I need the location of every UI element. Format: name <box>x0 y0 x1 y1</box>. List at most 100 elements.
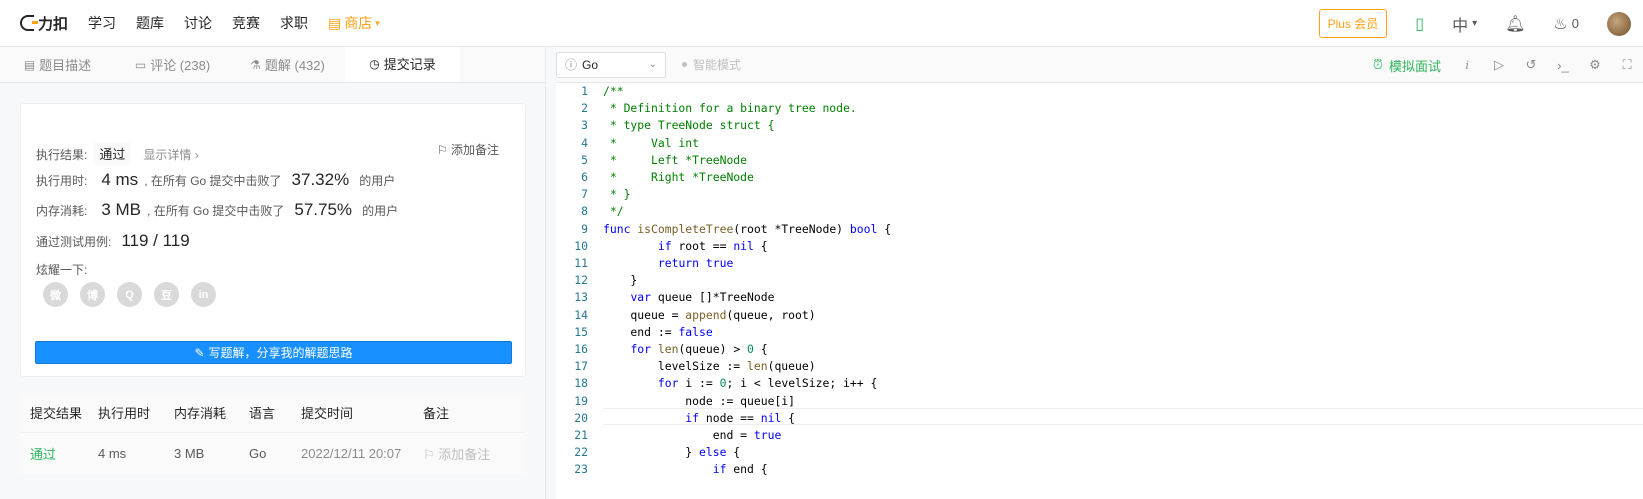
line-number: 7 <box>581 187 588 202</box>
nav-store[interactable]: ▤ 商店 ▾ <box>328 13 380 33</box>
code-line[interactable]: 18 for i := 0; i < levelSize; i++ { <box>556 375 877 392</box>
code-text: if end { <box>712 462 768 477</box>
nav-problems[interactable]: 题库 <box>136 13 164 33</box>
row-memory: 3 MB <box>174 446 205 461</box>
leetcode-logo[interactable]: 力扣 <box>20 13 68 34</box>
code-text: queue = append(queue, root) <box>603 307 816 322</box>
tab-submissions[interactable]: ◷ 提交记录 <box>345 47 460 82</box>
code-line[interactable]: 9 func isCompleteTree(root *TreeNode) boo… <box>556 221 891 238</box>
code-line[interactable]: 21 end = true <box>556 427 781 444</box>
pane-splitter[interactable] <box>545 47 556 499</box>
line-number: 14 <box>574 307 588 322</box>
qq-icon[interactable]: Q <box>117 282 142 307</box>
weibo-icon[interactable]: 博 <box>80 282 105 307</box>
code-line[interactable]: 12 } <box>556 272 637 289</box>
line-number: 17 <box>574 359 588 374</box>
runtime-desc: , 在所有 Go 提交中击败了 <box>144 174 282 188</box>
language-switch[interactable]: 中 ▾ <box>1452 12 1477 36</box>
code-line[interactable]: 6 * Right *TreeNode <box>556 169 754 186</box>
line-number: 9 <box>581 221 588 236</box>
mobile-icon[interactable]: ▯ <box>1415 14 1424 34</box>
smart-mode-toggle[interactable]: 智能模式 <box>682 56 741 73</box>
bell-icon[interactable]: 🔔︎ <box>1505 14 1525 34</box>
code-line[interactable]: 20 if node == nil { <box>556 410 795 427</box>
code-text: return true <box>657 256 734 270</box>
code-line[interactable]: 4 * Val int <box>556 135 699 152</box>
line-number: 2 <box>581 101 588 116</box>
mock-interview-button[interactable]: ⏰︎ 模拟面试 <box>1373 56 1441 75</box>
add-note-button[interactable]: ⚐ 添加备注 <box>437 141 499 158</box>
code-line[interactable]: 19 node := queue[i] <box>556 393 795 410</box>
code-editor[interactable]: 1 /** 2 * Definition for a binary tree nod… <box>556 83 1643 499</box>
code-text: * Val int <box>603 135 700 150</box>
tab-comments[interactable]: ▭ 评论 (238) <box>115 47 230 82</box>
row-status[interactable]: 通过 <box>20 444 98 463</box>
code-text: if node == nil { <box>685 410 796 425</box>
language-select[interactable]: ⓘ Go ⌄ <box>556 51 666 78</box>
code-line[interactable]: 2 * Definition for a binary tree node. <box>556 100 857 117</box>
reset-icon[interactable]: ↺ <box>1515 57 1547 73</box>
runtime-percent: 37.32% <box>291 170 350 189</box>
code-line[interactable]: 22 } else { <box>556 444 740 461</box>
code-text: if root == nil { <box>657 238 768 253</box>
nav-jobs[interactable]: 求职 <box>280 13 308 33</box>
code-line[interactable]: 13 var queue []*TreeNode <box>556 289 774 306</box>
line-number: 8 <box>581 204 588 219</box>
plus-member-button[interactable]: Plus 会员 <box>1318 9 1388 38</box>
line-number: 1 <box>581 84 588 98</box>
run-icon[interactable]: ▷ <box>1483 57 1515 73</box>
runtime-value: 4 ms <box>101 170 139 189</box>
code-text: * Right *TreeNode <box>603 170 754 184</box>
show-detail-link[interactable]: 显示详情 › <box>143 146 198 163</box>
write-solution-button[interactable]: ✎ 写题解，分享我的解题思路 <box>35 341 512 364</box>
settings-icon[interactable]: ⚙ <box>1579 57 1611 73</box>
wechat-icon[interactable]: 微 <box>43 282 68 307</box>
code-line[interactable]: 17 levelSize := len(queue) <box>556 358 815 375</box>
code-line[interactable]: 23 if end { <box>556 461 767 478</box>
info-icon[interactable]: i <box>1451 57 1483 73</box>
avatar[interactable] <box>1607 11 1631 36</box>
memory-percent: 57.75% <box>294 200 353 219</box>
editor-toolbar: ⓘ Go ⌄ 智能模式 ⏰︎ 模拟面试 i ▷ ↺ ›_ ⚙ ⛶ <box>556 47 1643 83</box>
problem-tabs: ▤ 题目描述 ▭ 评论 (238) ⚗ 题解 (432) ◷ 提交记录 <box>0 47 545 83</box>
douban-icon[interactable]: 豆 <box>154 282 179 307</box>
line-number: 11 <box>574 256 588 270</box>
points-counter[interactable]: ♨ 0 <box>1553 14 1579 34</box>
line-number: 10 <box>574 238 588 253</box>
nav-contest[interactable]: 竞赛 <box>232 13 260 33</box>
code-line[interactable]: 8 */ <box>556 203 623 220</box>
write-solution-label: 写题解，分享我的解题思路 <box>208 346 353 360</box>
nav-discuss[interactable]: 讨论 <box>184 13 212 33</box>
code-line[interactable]: 15 end := false <box>556 324 712 341</box>
code-line[interactable]: 16 for len(queue) > 0 { <box>556 341 767 358</box>
tab-submissions-label: 提交记录 <box>383 57 436 72</box>
code-line[interactable]: 11 return true <box>556 255 733 272</box>
code-line[interactable]: 5 * Left *TreeNode <box>556 152 747 169</box>
row-add-note[interactable]: ⚐ 添加备注 <box>423 444 523 463</box>
row-runtime: 4 ms <box>98 446 127 461</box>
tab-description[interactable]: ▤ 题目描述 <box>0 47 115 82</box>
status-label: 执行结果: <box>36 148 88 162</box>
nav-learn[interactable]: 学习 <box>88 13 116 33</box>
code-line[interactable]: 7 * } <box>556 186 630 203</box>
code-line[interactable]: 10 if root == nil { <box>556 238 767 255</box>
runtime-row: 执行用时: 4 ms , 在所有 Go 提交中击败了 37.32% 的用户 <box>36 170 395 190</box>
line-number: 15 <box>574 324 588 339</box>
store-label: 商店 <box>344 15 373 31</box>
fullscreen-icon[interactable]: ⛶ <box>1611 57 1643 73</box>
code-line[interactable]: 1 /** <box>556 83 623 100</box>
tab-solutions[interactable]: ⚗ 题解 (432) <box>230 47 345 82</box>
linkedin-icon[interactable]: in <box>191 282 216 307</box>
share-label: 炫耀一下: <box>36 263 88 277</box>
code-text: * Left *TreeNode <box>603 152 748 167</box>
memory-desc: , 在所有 Go 提交中击败了 <box>147 204 285 218</box>
console-icon[interactable]: ›_ <box>1547 58 1579 73</box>
code-line[interactable]: 3 * type TreeNode struct { <box>556 117 774 134</box>
code-line[interactable]: 14 queue = append(queue, root) <box>556 307 815 324</box>
code-text: end := false <box>603 324 713 339</box>
table-row[interactable]: 通过 4 ms 3 MB Go 2022/12/11 20:07 ⚐ 添加备注 <box>20 433 526 474</box>
line-number: 23 <box>574 462 588 477</box>
tab-description-label: 题目描述 <box>39 58 92 73</box>
line-number: 22 <box>574 445 588 460</box>
code-text: } <box>603 273 638 288</box>
